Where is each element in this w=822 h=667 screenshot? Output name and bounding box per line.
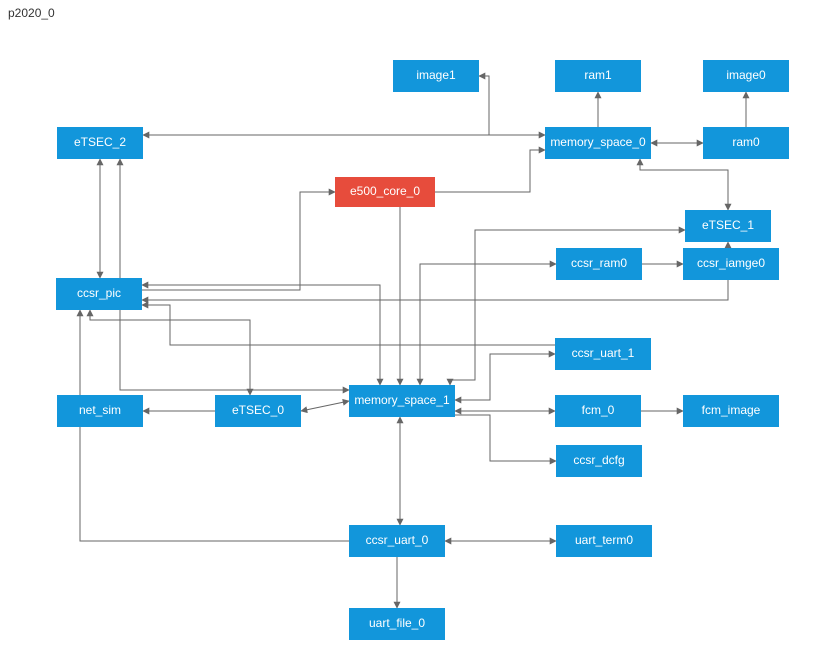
node-ccsr_uart_0[interactable]: ccsr_uart_0 bbox=[349, 525, 445, 557]
node-e500_core_0[interactable]: e500_core_0 bbox=[335, 177, 435, 207]
node-uart_file_0[interactable]: uart_file_0 bbox=[349, 608, 445, 640]
node-fcm_0[interactable]: fcm_0 bbox=[555, 395, 641, 427]
node-eTSEC_2[interactable]: eTSEC_2 bbox=[57, 127, 143, 159]
node-ccsr_iamge0[interactable]: ccsr_iamge0 bbox=[683, 248, 779, 280]
node-ccsr_uart_1[interactable]: ccsr_uart_1 bbox=[555, 338, 651, 370]
diagram-canvas: image1 ram1 image0 eTSEC_2 memory_space_0 ram… bbox=[0, 0, 822, 667]
node-memory_space_1[interactable]: memory_space_1 bbox=[349, 385, 455, 417]
node-ram1[interactable]: ram1 bbox=[555, 60, 641, 92]
node-ccsr_dcfg[interactable]: ccsr_dcfg bbox=[556, 445, 642, 477]
node-uart_term0[interactable]: uart_term0 bbox=[556, 525, 652, 557]
node-net_sim[interactable]: net_sim bbox=[57, 395, 143, 427]
node-image1[interactable]: image1 bbox=[393, 60, 479, 92]
node-eTSEC_1[interactable]: eTSEC_1 bbox=[685, 210, 771, 242]
node-ram0[interactable]: ram0 bbox=[703, 127, 789, 159]
node-ccsr_pic[interactable]: ccsr_pic bbox=[56, 278, 142, 310]
node-image0[interactable]: image0 bbox=[703, 60, 789, 92]
node-eTSEC_0[interactable]: eTSEC_0 bbox=[215, 395, 301, 427]
node-ccsr_ram0[interactable]: ccsr_ram0 bbox=[556, 248, 642, 280]
node-fcm_image[interactable]: fcm_image bbox=[683, 395, 779, 427]
node-memory_space_0[interactable]: memory_space_0 bbox=[545, 127, 651, 159]
